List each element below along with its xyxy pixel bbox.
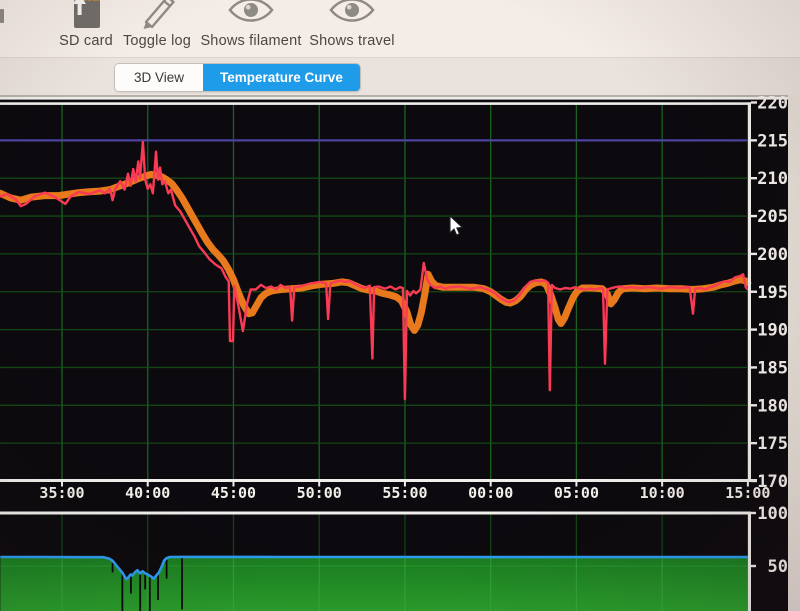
- y-axis-label: 195: [757, 283, 788, 303]
- x-axis-label: 45:00: [211, 484, 256, 502]
- y-axis-label: 100: [757, 504, 788, 524]
- x-axis-label: 50:00: [297, 484, 342, 502]
- y-axis-label: 50: [768, 557, 788, 577]
- shows-travel-button[interactable]: Shows travel: [306, 0, 398, 57]
- shows-filament-button[interactable]: Shows filament: [200, 0, 302, 57]
- y-axis-label: 200: [757, 245, 788, 265]
- tab-temperature-curve[interactable]: Temperature Curve: [203, 64, 360, 91]
- x-axis-label: 40:00: [125, 484, 170, 502]
- toolbar-button-label: Shows filament: [200, 33, 301, 49]
- pencil-icon: [136, 0, 178, 31]
- x-axis-label: 10:00: [640, 484, 685, 502]
- y-axis-label: 210: [757, 169, 788, 189]
- view-tabs: 3D View Temperature Curve: [114, 63, 361, 92]
- x-axis-label: 05:00: [554, 484, 599, 502]
- temperature-chart-canvas: 35:00 40:00 45:00 50:00 55:00 00:00 05:00 10:00…: [0, 95, 800, 611]
- y-axis-label: 175: [757, 434, 788, 454]
- x-axis-label: 35:00: [39, 484, 84, 502]
- y-axis-label: 180: [757, 396, 788, 416]
- x-axis-label: 55:00: [382, 484, 427, 502]
- sd-card-icon: [69, 0, 103, 31]
- eye-icon: [227, 0, 275, 31]
- y-axis-label: 170: [757, 472, 788, 492]
- sd-card-button[interactable]: SD card: [54, 0, 118, 57]
- toolbar-button-label: SD card: [59, 33, 113, 49]
- temperature-chart-panel: 35:00 40:00 45:00 50:00 55:00 00:00 05:00 10:00…: [0, 95, 800, 611]
- y-axis-label: 220: [757, 95, 788, 114]
- printer-host-window: SD card Toggle log Shows filament: [0, 0, 800, 611]
- toolbar-button-label: Toggle log: [123, 33, 191, 49]
- y-axis-label: 185: [757, 358, 788, 378]
- tab-bar: 3D View Temperature Curve: [0, 57, 800, 96]
- y-axis-label: 190: [757, 321, 788, 341]
- eye-icon: [328, 0, 376, 31]
- toolbar: SD card Toggle log Shows filament: [0, 0, 800, 57]
- toggle-log-button[interactable]: Toggle log: [118, 0, 196, 57]
- window-bezel: [788, 95, 800, 611]
- y-axis-label: 205: [757, 207, 788, 227]
- y-axis-label: 215: [757, 131, 788, 151]
- toolbar-button-label: Shows travel: [309, 33, 394, 49]
- x-axis-label: 00:00: [468, 484, 513, 502]
- tab-3d-view[interactable]: 3D View: [115, 64, 203, 91]
- cutoff-toolbar-icon: [0, 9, 4, 23]
